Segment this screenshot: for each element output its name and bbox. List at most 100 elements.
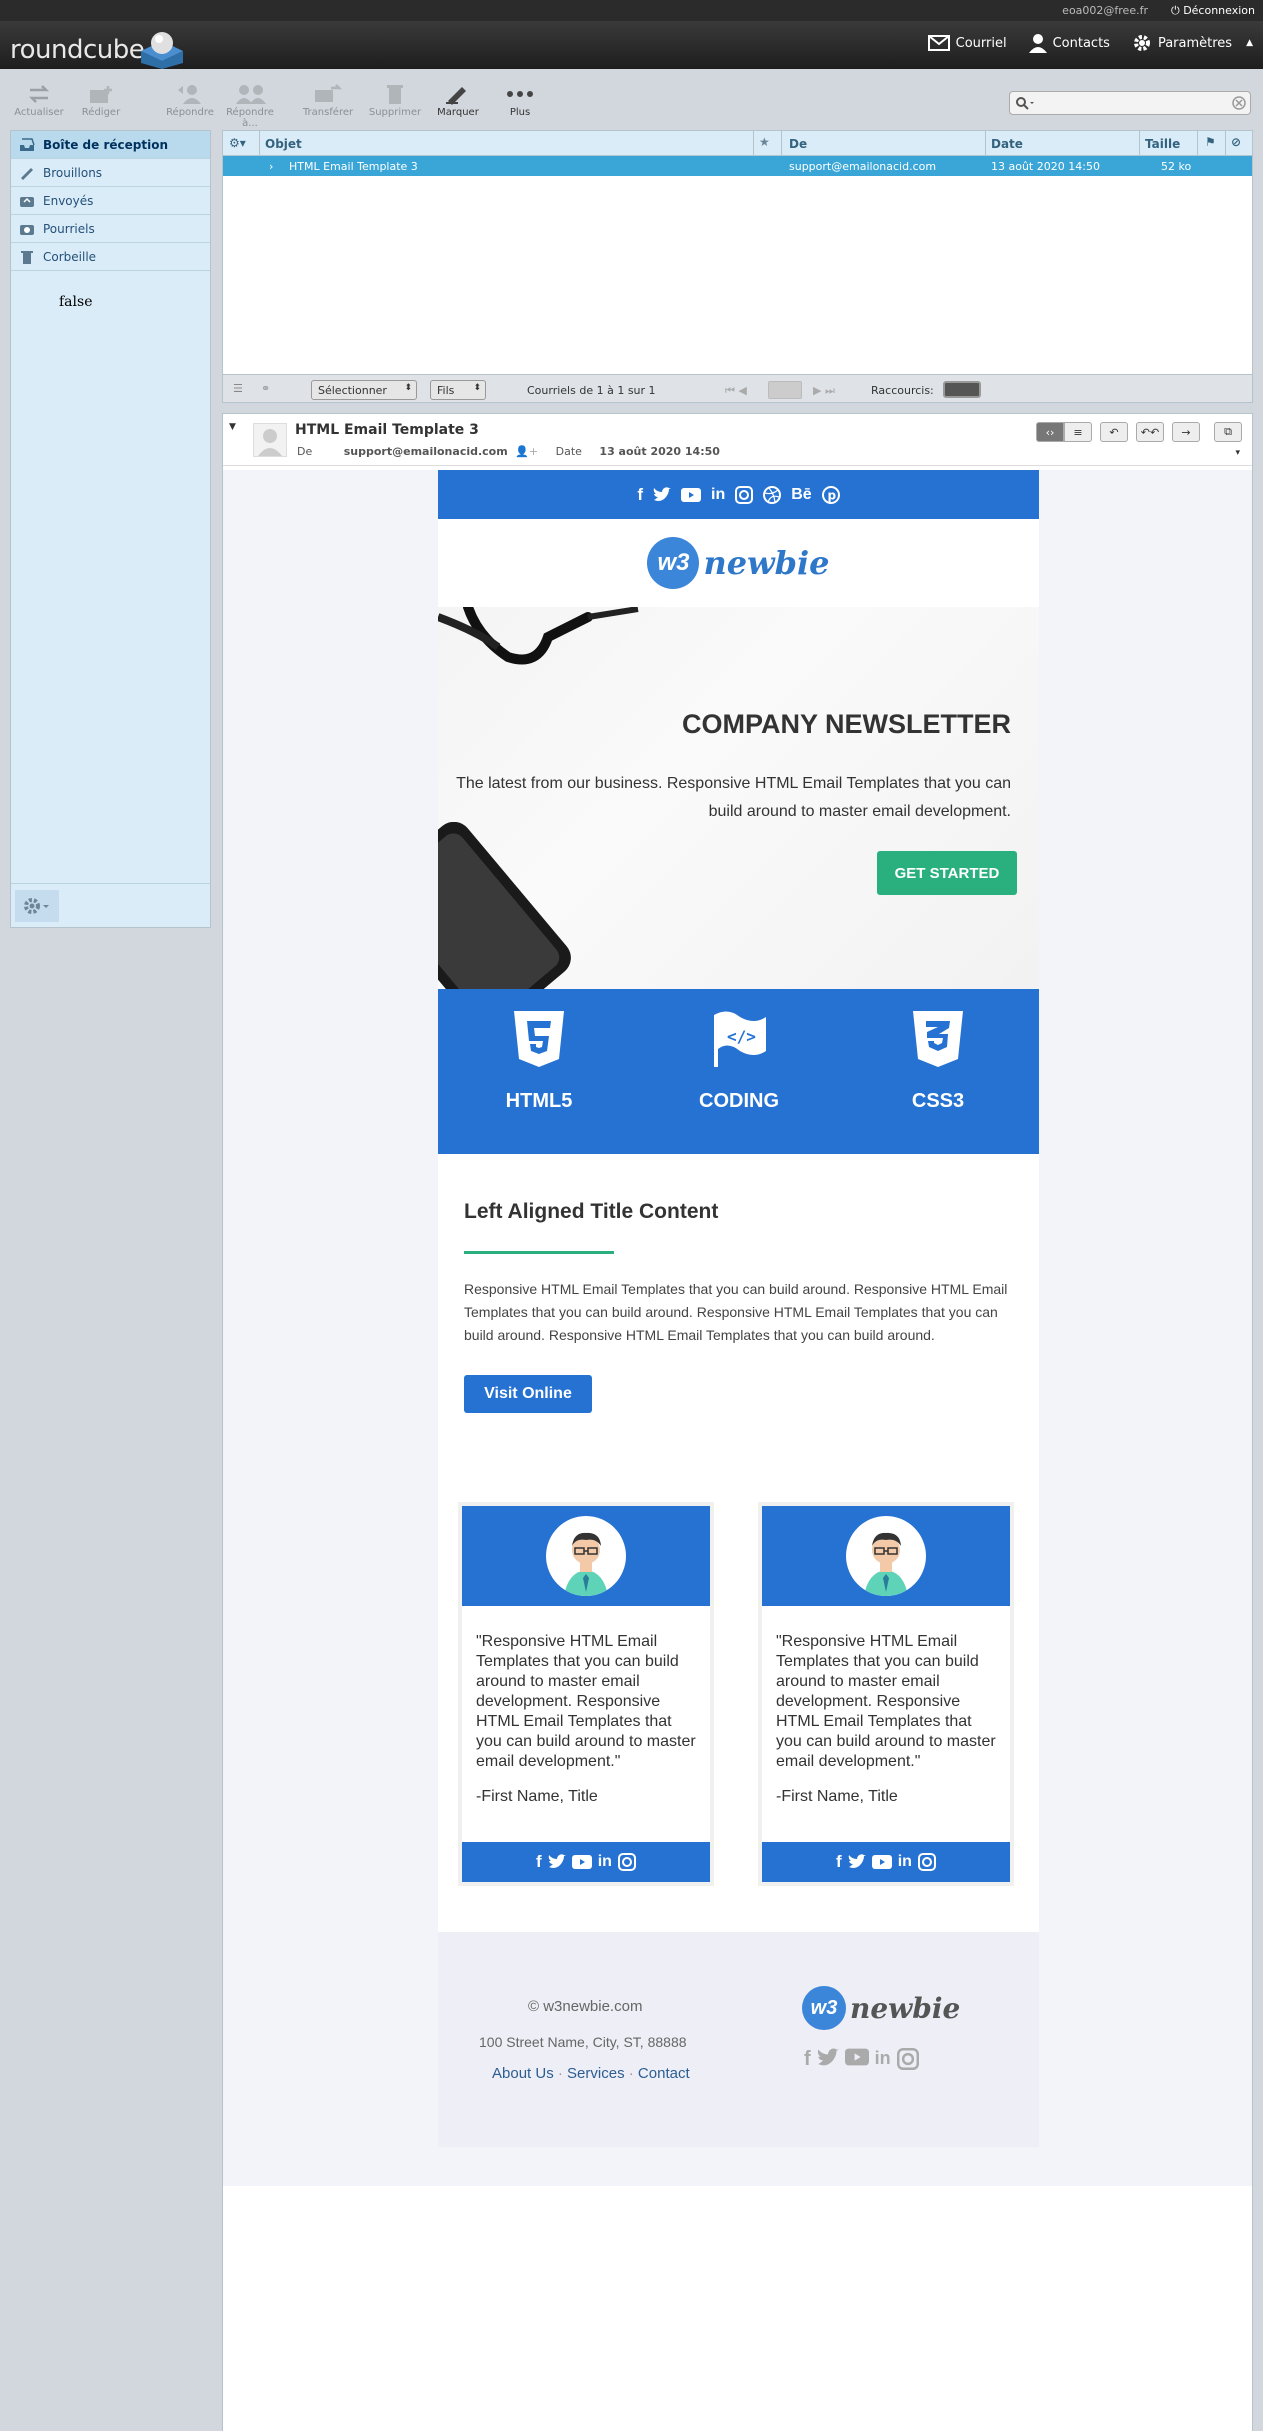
- folder-junk[interactable]: Pourriels: [11, 215, 210, 243]
- more-button[interactable]: Plus: [488, 81, 552, 118]
- folder-inbox[interactable]: Boîte de réception: [11, 131, 210, 159]
- footer-link-about[interactable]: About Us: [492, 2065, 554, 2082]
- linkedin-icon[interactable]: in: [598, 1853, 612, 1871]
- reply-icon[interactable]: ↶: [1100, 422, 1128, 442]
- instagram-icon[interactable]: [617, 1853, 636, 1871]
- youtube-icon[interactable]: [844, 2048, 869, 2066]
- linkedin-icon[interactable]: in: [711, 486, 725, 504]
- plain-view-icon[interactable]: ≡: [1064, 422, 1092, 442]
- feature-coding-label: CODING: [699, 1090, 779, 1112]
- table-row[interactable]: › HTML Email Template 3 support@emailona…: [223, 156, 1252, 176]
- col-from[interactable]: De: [789, 137, 807, 151]
- collapse-header-icon[interactable]: ▼: [229, 422, 236, 432]
- col-attachment-icon[interactable]: ⊘: [1231, 135, 1241, 149]
- col-date[interactable]: Date: [991, 137, 1023, 151]
- html-view-icon[interactable]: ‹›: [1036, 422, 1064, 442]
- preview-subject: HTML Email Template 3: [295, 422, 479, 438]
- reply-all-icon[interactable]: ↶↶: [1136, 422, 1164, 442]
- col-separator: [781, 131, 782, 156]
- col-subject[interactable]: Objet: [265, 137, 302, 151]
- visit-online-button[interactable]: Visit Online: [464, 1375, 592, 1413]
- footer-link-separator: ·: [557, 2065, 568, 2082]
- folder-trash[interactable]: Corbeille: [11, 243, 210, 271]
- clear-search-icon[interactable]: [1232, 96, 1246, 110]
- brand-logo[interactable]: w3 newbie: [647, 537, 830, 589]
- youtube-icon[interactable]: [871, 1855, 892, 1869]
- col-size[interactable]: Taille: [1145, 137, 1180, 151]
- nav-mail[interactable]: Courriel: [927, 33, 1007, 53]
- youtube-icon[interactable]: [681, 487, 701, 502]
- facebook-icon[interactable]: f: [637, 485, 643, 505]
- select-dropdown[interactable]: Sélectionner ⬍: [311, 380, 417, 400]
- youtube-icon[interactable]: [571, 1855, 592, 1869]
- refresh-icon: [7, 81, 71, 107]
- preview-header: ▼ HTML Email Template 3 De support@email…: [223, 414, 1252, 466]
- reply-button[interactable]: Répondre: [158, 81, 222, 118]
- testimonial-card: "Responsive HTML Email Templates that yo…: [458, 1502, 714, 1886]
- footer-links: About Us · Services · Contact: [492, 2065, 690, 2082]
- get-started-button[interactable]: GET STARTED: [877, 851, 1017, 895]
- app-header: roundcube Courriel Contacts Paramètres ▲: [0, 21, 1263, 69]
- footer-link-services[interactable]: Services: [567, 2065, 625, 2082]
- open-window-icon[interactable]: ⧉: [1214, 422, 1242, 442]
- person-icon: [1028, 34, 1047, 53]
- thread-view-icon[interactable]: ⚭: [261, 382, 270, 395]
- forward-button[interactable]: Transférer: [296, 81, 360, 118]
- threads-dropdown[interactable]: Fils ⬍: [430, 380, 486, 400]
- list-view-icon[interactable]: ☰: [233, 382, 243, 395]
- twitter-icon[interactable]: [817, 2048, 839, 2068]
- pinterest-icon[interactable]: p: [821, 485, 840, 504]
- instagram-icon[interactable]: [735, 485, 754, 504]
- reply-all-button[interactable]: Répondre à...: [218, 81, 282, 129]
- list-options-icon[interactable]: ⚙▾: [229, 136, 246, 150]
- linkedin-icon[interactable]: in: [898, 1853, 912, 1871]
- pager-first-icon[interactable]: ⏮ ◀: [725, 384, 747, 398]
- refresh-button[interactable]: Actualiser: [7, 81, 71, 118]
- delete-button[interactable]: Supprimer: [363, 81, 427, 118]
- from-address[interactable]: support@emailonacid.com: [344, 445, 508, 458]
- instagram-icon[interactable]: [917, 1853, 936, 1871]
- nav-contacts[interactable]: Contacts: [1028, 33, 1110, 53]
- col-flag-icon[interactable]: ⚑: [1205, 135, 1216, 149]
- facebook-icon[interactable]: f: [836, 1852, 842, 1872]
- search-input[interactable]: [1009, 91, 1251, 115]
- section-title: Left Aligned Title Content: [464, 1200, 719, 1223]
- more-label: Plus: [509, 107, 531, 118]
- col-separator: [1139, 131, 1140, 156]
- pager-next-icon[interactable]: ▶ ⏭: [813, 384, 835, 398]
- refresh-label: Actualiser: [14, 107, 64, 118]
- keyboard-icon[interactable]: [943, 381, 981, 398]
- folder-settings-button[interactable]: [15, 890, 59, 922]
- folder-sent[interactable]: Envoyés: [11, 187, 210, 215]
- dribbble-icon[interactable]: [763, 485, 782, 504]
- compose-button[interactable]: Rédiger: [69, 81, 133, 118]
- twitter-icon[interactable]: [653, 486, 671, 503]
- facebook-icon[interactable]: f: [536, 1852, 542, 1872]
- facebook-icon[interactable]: f: [804, 2048, 811, 2071]
- nav-settings[interactable]: Paramètres ▲: [1132, 33, 1253, 53]
- page-input[interactable]: [768, 381, 802, 399]
- footer-link-contact[interactable]: Contact: [638, 2065, 690, 2082]
- threads-label: Fils: [437, 384, 455, 397]
- logout-link[interactable]: ⏻ Déconnexion: [1171, 4, 1255, 18]
- folder-drafts[interactable]: Brouillons: [11, 159, 210, 187]
- forward-label: Transférer: [302, 107, 354, 118]
- add-contact-icon[interactable]: 👤+: [515, 445, 538, 458]
- linkedin-icon[interactable]: in: [875, 2048, 891, 2071]
- search-icon[interactable]: [1015, 96, 1035, 110]
- delete-label: Supprimer: [368, 107, 422, 118]
- nav-mail-label: Courriel: [955, 35, 1007, 51]
- twitter-icon[interactable]: [548, 1854, 566, 1870]
- preview-actions: ‹› ≡ ↶ ↶↶ → ⧉: [1036, 422, 1242, 442]
- col-flag-star-icon[interactable]: ★: [759, 135, 770, 149]
- mark-button[interactable]: Marquer: [426, 81, 490, 118]
- footer-brand-logo[interactable]: w3 newbie: [802, 1986, 960, 2030]
- instagram-icon[interactable]: [896, 2048, 919, 2070]
- collapse-icon[interactable]: ▲: [1246, 38, 1253, 48]
- from-label: De: [297, 445, 313, 458]
- behance-icon[interactable]: Bē: [791, 486, 811, 504]
- more-headers-icon[interactable]: ▾: [1235, 448, 1240, 458]
- twitter-icon[interactable]: [848, 1854, 866, 1870]
- thread-arrow-icon[interactable]: ›: [269, 160, 273, 173]
- forward-icon[interactable]: →: [1172, 422, 1200, 442]
